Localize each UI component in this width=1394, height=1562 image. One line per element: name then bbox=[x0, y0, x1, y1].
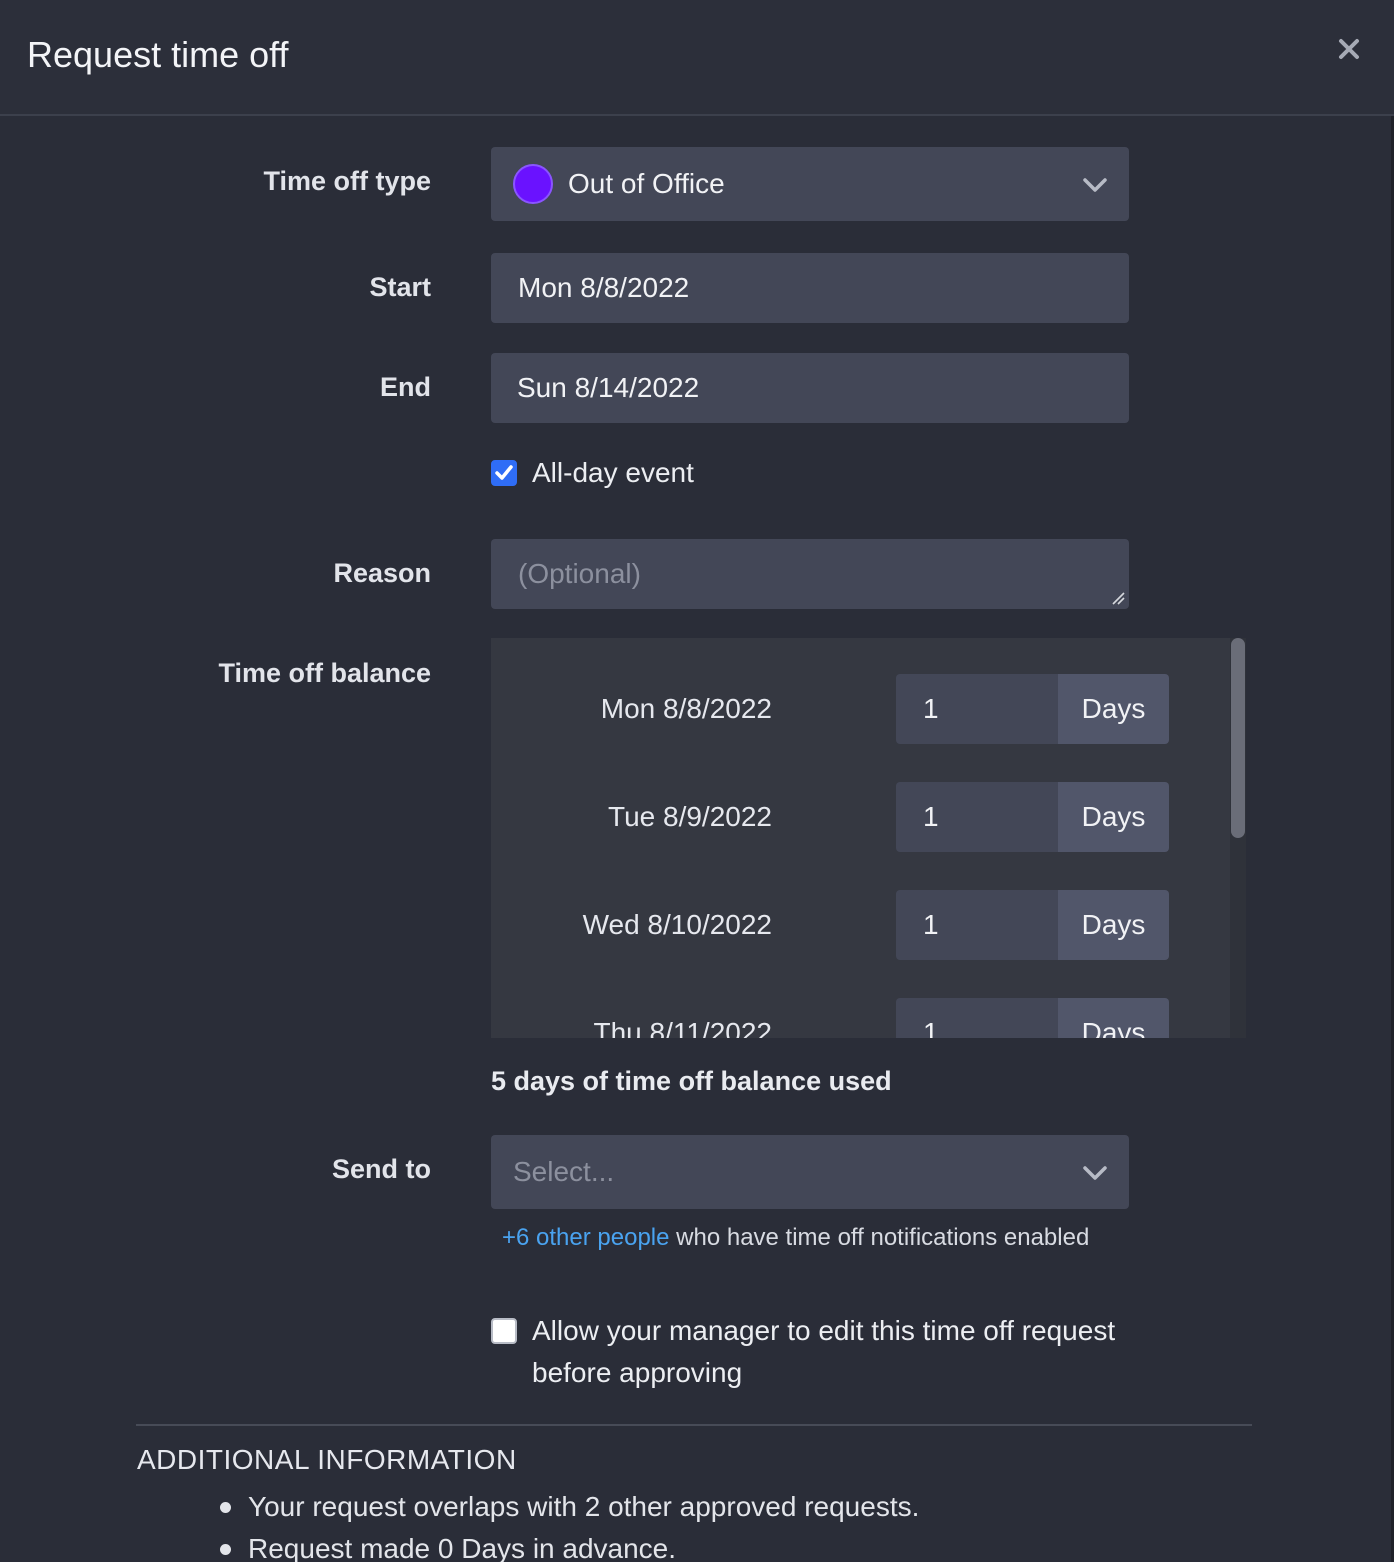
close-icon bbox=[1339, 39, 1359, 59]
manager-edit-label-line1: Allow your manager to edit this time off… bbox=[532, 1315, 1116, 1346]
additional-info-list: Your request overlaps with 2 other appro… bbox=[220, 1486, 919, 1562]
balance-date: Tue 8/9/2022 bbox=[608, 801, 772, 832]
send-to-label: Send to bbox=[332, 1154, 431, 1184]
end-date-input[interactable]: Sun 8/14/2022 bbox=[491, 353, 1129, 423]
balance-date: Mon 8/8/2022 bbox=[600, 693, 772, 724]
send-to-select[interactable]: Select... bbox=[491, 1135, 1129, 1209]
start-label: Start bbox=[369, 272, 431, 302]
checkmark-icon bbox=[495, 465, 513, 480]
additional-info-title: ADDITIONAL INFORMATION bbox=[137, 1444, 517, 1475]
balance-row: Mon 8/8/2022 1 Days bbox=[491, 674, 1231, 744]
balance-amount-input[interactable]: 1 bbox=[896, 890, 1058, 960]
resize-handle-icon[interactable] bbox=[1111, 591, 1125, 605]
manager-edit-label-line2: before approving bbox=[532, 1357, 743, 1388]
balance-scrollbar-thumb[interactable] bbox=[1231, 638, 1245, 838]
balance-unit-button[interactable]: Days bbox=[1058, 890, 1169, 960]
balance-amount-input[interactable]: 1 bbox=[896, 674, 1058, 744]
balance-date: Wed 8/10/2022 bbox=[582, 909, 772, 940]
manager-edit-checkbox[interactable] bbox=[491, 1318, 517, 1344]
time-off-type-label: Time off type bbox=[263, 166, 431, 196]
balance-unit-button[interactable]: Days bbox=[1058, 998, 1169, 1038]
all-day-label: All-day event bbox=[532, 457, 694, 488]
list-item: Request made 0 Days in advance. bbox=[220, 1528, 919, 1562]
send-to-placeholder: Select... bbox=[513, 1156, 615, 1187]
balance-summary: 5 days of time off balance used bbox=[491, 1066, 892, 1096]
end-label: End bbox=[380, 372, 431, 402]
dialog-title: Request time off bbox=[27, 34, 289, 75]
notification-hint-text: who have time off notifications enabled bbox=[669, 1224, 1090, 1251]
reason-textarea[interactable]: (Optional) bbox=[491, 539, 1129, 609]
balance-unit-button[interactable]: Days bbox=[1058, 782, 1169, 852]
chevron-down-icon bbox=[1083, 178, 1107, 192]
balance-amount-input[interactable]: 1 bbox=[896, 782, 1058, 852]
balance-amount-input[interactable]: 1 bbox=[896, 998, 1058, 1038]
time-off-type-value: Out of Office bbox=[568, 168, 725, 199]
reason-label: Reason bbox=[333, 558, 431, 588]
balance-date: Thu 8/11/2022 bbox=[593, 1017, 772, 1038]
start-date-input[interactable]: Mon 8/8/2022 bbox=[491, 253, 1129, 323]
type-color-dot bbox=[513, 164, 553, 204]
notification-hint: +6 other people who have time off notifi… bbox=[502, 1224, 1089, 1252]
balance-row: Wed 8/10/2022 1 Days bbox=[491, 890, 1231, 960]
request-time-off-dialog: Request time off Time off type Out of Of… bbox=[0, 0, 1394, 1562]
list-item: Your request overlaps with 2 other appro… bbox=[220, 1486, 919, 1528]
end-date-value: Sun 8/14/2022 bbox=[517, 372, 700, 403]
close-button[interactable] bbox=[1332, 32, 1366, 66]
chevron-down-icon bbox=[1083, 1166, 1107, 1180]
manager-edit-label: Allow your manager to edit this time off… bbox=[532, 1310, 1115, 1394]
start-date-value: Mon 8/8/2022 bbox=[518, 272, 690, 303]
dialog-header: Request time off bbox=[0, 0, 1394, 116]
section-divider bbox=[136, 1424, 1252, 1426]
balance-unit-button[interactable]: Days bbox=[1058, 674, 1169, 744]
balance-row: Tue 8/9/2022 1 Days bbox=[491, 782, 1231, 852]
balance-scroll-panel[interactable]: Mon 8/8/2022 1 Days Tue 8/9/2022 1 Days … bbox=[491, 638, 1246, 1038]
reason-placeholder: (Optional) bbox=[518, 558, 641, 589]
balance-scrollbar-track[interactable] bbox=[1230, 638, 1246, 1038]
balance-row: Thu 8/11/2022 1 Days bbox=[491, 998, 1231, 1038]
time-off-balance-label: Time off balance bbox=[218, 658, 431, 688]
all-day-checkbox[interactable] bbox=[491, 460, 517, 486]
time-off-type-select[interactable]: Out of Office bbox=[491, 147, 1129, 221]
other-people-link[interactable]: +6 other people bbox=[502, 1224, 669, 1251]
